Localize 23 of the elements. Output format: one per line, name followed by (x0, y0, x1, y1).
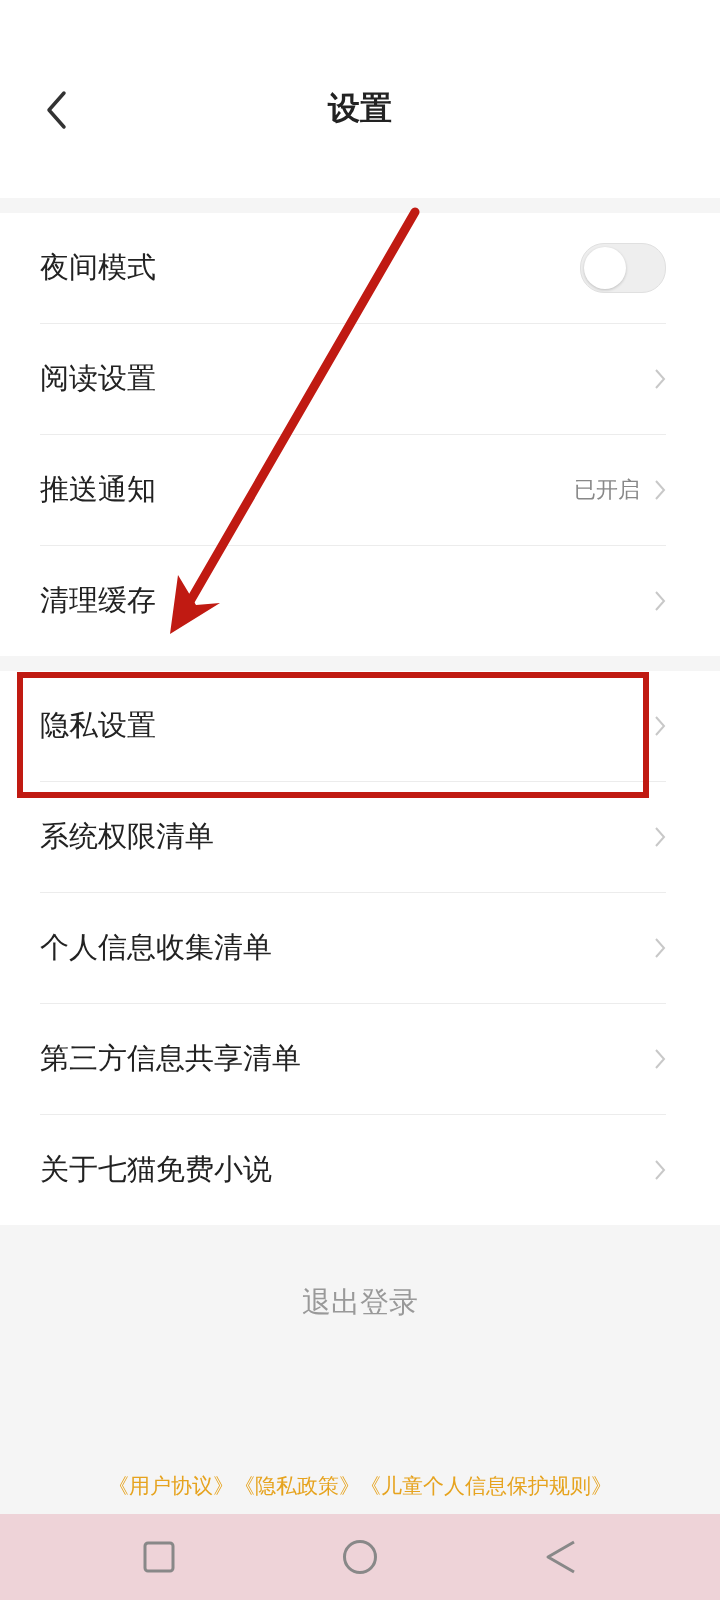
chevron-icon (654, 590, 666, 612)
settings-row[interactable]: 夜间模式 (40, 213, 666, 324)
settings-row[interactable]: 系统权限清单 (40, 782, 666, 893)
chevron-icon (654, 479, 666, 501)
home-icon[interactable] (342, 1539, 378, 1575)
settings-row[interactable]: 个人信息收集清单 (40, 893, 666, 1004)
chevron-icon (654, 715, 666, 737)
settings-row[interactable]: 隐私设置 (40, 671, 666, 782)
settings-row[interactable]: 关于七猫免费小说 (40, 1115, 666, 1225)
chevron-icon (654, 1159, 666, 1181)
page-title: 设置 (328, 88, 392, 129)
chevron-icon (654, 937, 666, 959)
settings-row[interactable]: 第三方信息共享清单 (40, 1004, 666, 1115)
recent-apps-icon[interactable] (143, 1541, 176, 1573)
chevron-icon (654, 1048, 666, 1070)
settings-row[interactable]: 推送通知 已开启 (40, 435, 666, 546)
chevron-icon (654, 368, 666, 390)
settings-row[interactable]: 阅读设置 (40, 324, 666, 435)
back-icon[interactable] (44, 90, 68, 130)
toggle-switch[interactable] (580, 243, 666, 293)
back-nav-icon[interactable] (544, 1539, 577, 1575)
chevron-icon (654, 826, 666, 848)
settings-row[interactable]: 清理缓存 (40, 546, 666, 656)
